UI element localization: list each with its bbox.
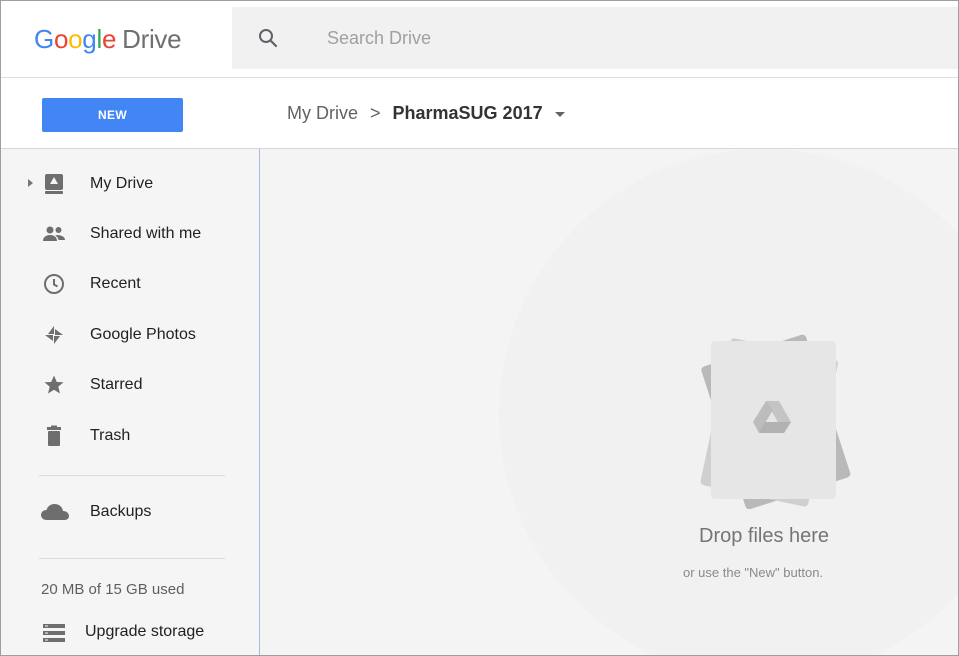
sidebar-item-recent[interactable]: Recent xyxy=(1,264,259,304)
drop-files-title: Drop files here xyxy=(699,525,830,547)
sidebar-item-label: Google Photos xyxy=(90,326,196,343)
search-input[interactable]: Search Drive xyxy=(327,28,431,49)
breadcrumb-separator: > xyxy=(370,103,381,123)
drop-files-illustration xyxy=(700,334,851,509)
google-drive-logo[interactable]: Google Drive xyxy=(34,24,182,55)
sidebar-item-backups[interactable]: Backups xyxy=(1,492,259,532)
breadcrumb: My Drive > PharmaSUG 2017 xyxy=(287,103,565,124)
sidebar-item-google-photos[interactable]: Google Photos xyxy=(1,315,259,355)
upgrade-storage-link[interactable]: Upgrade storage xyxy=(1,615,259,649)
sidebar: My Drive Shared with me Recent Google Ph… xyxy=(1,149,260,655)
storage-icon xyxy=(43,624,65,642)
sidebar-divider xyxy=(39,475,225,476)
sidebar-item-label: My Drive xyxy=(90,175,154,192)
sidebar-item-label: Shared with me xyxy=(90,225,202,242)
sidebar-item-label: Recent xyxy=(90,275,141,292)
new-button[interactable]: NEW xyxy=(42,98,183,132)
action-bar: NEW My Drive > PharmaSUG 2017 xyxy=(1,78,958,149)
sidebar-item-label: Backups xyxy=(90,503,152,520)
cloud-icon xyxy=(41,504,69,520)
logo-letter-g2: g xyxy=(82,24,97,54)
search-icon[interactable] xyxy=(256,26,280,50)
logo-letter-g: G xyxy=(34,24,54,54)
trash-icon xyxy=(47,425,61,446)
breadcrumb-root[interactable]: My Drive xyxy=(287,103,358,124)
logo-product-name: Drive xyxy=(122,24,182,54)
file-drop-zone[interactable]: Drop files here or use the "New" button. xyxy=(260,149,958,655)
sidebar-item-trash[interactable]: Trash xyxy=(1,416,259,456)
people-icon xyxy=(43,226,65,241)
clock-icon xyxy=(44,274,64,294)
app-window: Google Drive Search Drive NEW My Drive > … xyxy=(0,0,959,656)
sidebar-divider xyxy=(39,558,225,559)
breadcrumb-current-folder[interactable]: PharmaSUG 2017 xyxy=(393,103,543,124)
sidebar-item-shared-with-me[interactable]: Shared with me xyxy=(1,214,259,254)
expand-arrow-icon[interactable] xyxy=(28,179,33,187)
sidebar-item-my-drive[interactable]: My Drive xyxy=(1,164,259,204)
sidebar-item-label: Trash xyxy=(90,427,131,444)
storage-usage-text: 20 MB of 15 GB used xyxy=(41,581,185,598)
search-box[interactable]: Search Drive xyxy=(232,7,958,69)
sidebar-item-starred[interactable]: Starred xyxy=(1,365,259,405)
pinwheel-icon xyxy=(45,326,63,344)
drive-icon xyxy=(45,174,63,194)
logo-letter-e: e xyxy=(101,24,117,54)
drop-files-subtitle: or use the "New" button. xyxy=(683,565,824,580)
logo-letter-o1: o xyxy=(53,24,69,54)
upgrade-storage-label: Upgrade storage xyxy=(85,623,205,640)
star-icon xyxy=(44,375,64,394)
folder-menu-dropdown-icon[interactable] xyxy=(554,112,565,117)
top-bar: Google Drive Search Drive xyxy=(1,1,958,78)
logo-letter-o2: o xyxy=(68,24,83,54)
sidebar-item-label: Starred xyxy=(90,376,143,393)
